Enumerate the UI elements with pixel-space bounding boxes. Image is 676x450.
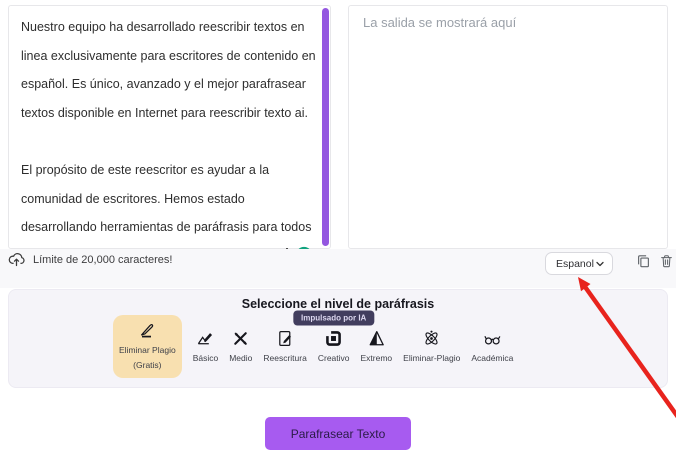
input-text-area[interactable]: Nuestro equipo ha desarrollado reescribi… [8, 5, 331, 249]
delete-button[interactable] [658, 252, 675, 270]
level-option-label: Reescritura [263, 353, 306, 363]
input-text[interactable]: Nuestro equipo ha desarrollado reescribi… [21, 13, 316, 270]
level-option-label: Básico [193, 353, 219, 363]
level-option-label: Medio [229, 353, 252, 363]
level-option-label: Eliminar Plagio [119, 345, 176, 355]
input-paragraph: Nuestro equipo ha desarrollado reescribi… [21, 13, 316, 127]
language-select-value: Espanol [556, 258, 594, 270]
level-option-label: Académica [471, 353, 513, 363]
output-text-area: La salida se mostrará aquí [348, 5, 668, 249]
level-option-label: Creativo [318, 353, 350, 363]
upload-icon[interactable] [8, 251, 25, 268]
paraphrase-level-panel: Seleccione el nivel de paráfrasis Elimin… [8, 289, 668, 388]
input-scrollbar[interactable] [322, 8, 329, 246]
level-option-label: Eliminar-Plagio [403, 353, 460, 363]
swirl-square-icon [324, 329, 343, 348]
language-select[interactable]: Espanol [545, 252, 613, 275]
level-option[interactable]: Impulsado por IA Creativo [318, 317, 350, 363]
chevron-down-icon [595, 259, 605, 269]
paraphraser-app: Nuestro equipo ha desarrollado reescribi… [0, 0, 676, 450]
level-option[interactable]: Eliminar Plagio (Gratis) [113, 315, 182, 378]
pencil-mountain-icon [196, 329, 215, 348]
pen-nib-icon [138, 321, 157, 340]
atom-icon [422, 329, 441, 348]
output-placeholder: La salida se mostrará aquí [363, 15, 653, 30]
level-option[interactable]: Medio [229, 317, 252, 363]
trash-icon [659, 257, 674, 272]
level-option-label: Extremo [361, 353, 393, 363]
copy-icon [636, 257, 651, 272]
paraphrase-button[interactable]: Parafrasear Texto [265, 417, 411, 450]
crossed-pens-icon [231, 329, 250, 348]
level-option[interactable]: Extremo [361, 317, 393, 363]
level-option[interactable]: Académica [471, 317, 513, 363]
level-selector-title: Seleccione el nivel de paráfrasis [9, 290, 667, 311]
prism-icon [367, 329, 386, 348]
glasses-icon [483, 329, 502, 348]
level-options-row: Eliminar Plagio (Gratis) Básico Medio Re… [113, 317, 513, 378]
level-option[interactable]: Básico [193, 317, 219, 363]
toolbar: Límite de 20,000 caracteres! Espanol [0, 249, 676, 288]
level-option[interactable]: Eliminar-Plagio [403, 317, 460, 363]
copy-button[interactable] [635, 252, 652, 270]
document-pen-icon [276, 329, 295, 348]
character-limit-text: Límite de 20,000 caracteres! [33, 254, 172, 266]
level-option-sublabel: (Gratis) [133, 360, 161, 370]
